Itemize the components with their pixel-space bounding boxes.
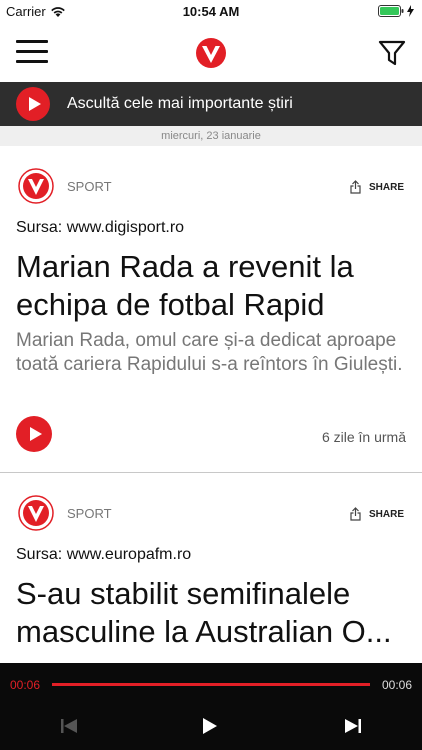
share-icon [350,180,361,194]
audio-player: 00:06 00:06 [0,663,422,750]
article-source[interactable]: Sursa: www.digisport.ro [16,219,184,237]
article-play-button[interactable] [16,416,52,452]
charging-bolt-icon [407,5,414,17]
share-icon [350,507,361,521]
battery-icon [378,5,404,17]
listen-label: Ascultă cele mai importante știri [67,95,293,112]
article-card[interactable]: SPORT SHARE Sursa: www.europafm.ro S-au … [0,473,422,663]
next-track-icon[interactable] [344,718,362,734]
hamburger-menu-icon[interactable] [16,40,48,64]
article-title[interactable]: S-au stabilit semifinalele masculine la … [16,575,408,651]
article-source[interactable]: Sursa: www.europafm.ro [16,546,191,564]
share-button[interactable]: SHARE [350,507,404,521]
total-time: 00:06 [381,678,412,692]
date-separator: miercuri, 23 ianuarie [0,126,422,146]
listen-top-news-bar[interactable]: Ascultă cele mai importante știri [0,82,422,126]
filter-icon[interactable] [378,40,406,66]
listen-play-button[interactable] [16,87,50,121]
article-age: 6 zile în urmă [321,429,406,445]
progress-slider[interactable] [52,683,370,686]
battery-indicator [378,5,414,17]
status-bar: Carrier 10:54 AM [0,0,422,22]
article-category: SPORT [67,179,112,194]
progress-fill [52,683,370,686]
article-summary: Marian Rada, omul care și-a dedicat apro… [16,330,403,375]
current-time: 00:06 [10,678,41,692]
status-time: 10:54 AM [182,4,240,19]
app-logo-icon[interactable] [195,37,227,69]
share-label: SHARE [368,508,404,520]
article-title[interactable]: Marian Rada a revenit la echipa de fotba… [16,248,408,324]
previous-track-icon[interactable] [60,718,78,734]
top-nav-bar [0,22,422,82]
source-logo-icon [18,495,54,531]
share-button[interactable]: SHARE [350,180,404,194]
share-label: SHARE [368,181,404,193]
play-icon[interactable] [202,717,218,735]
source-logo-icon [18,168,54,204]
article-card[interactable]: SPORT SHARE Sursa: www.digisport.ro Mari… [0,146,422,472]
article-category: SPORT [67,506,112,521]
